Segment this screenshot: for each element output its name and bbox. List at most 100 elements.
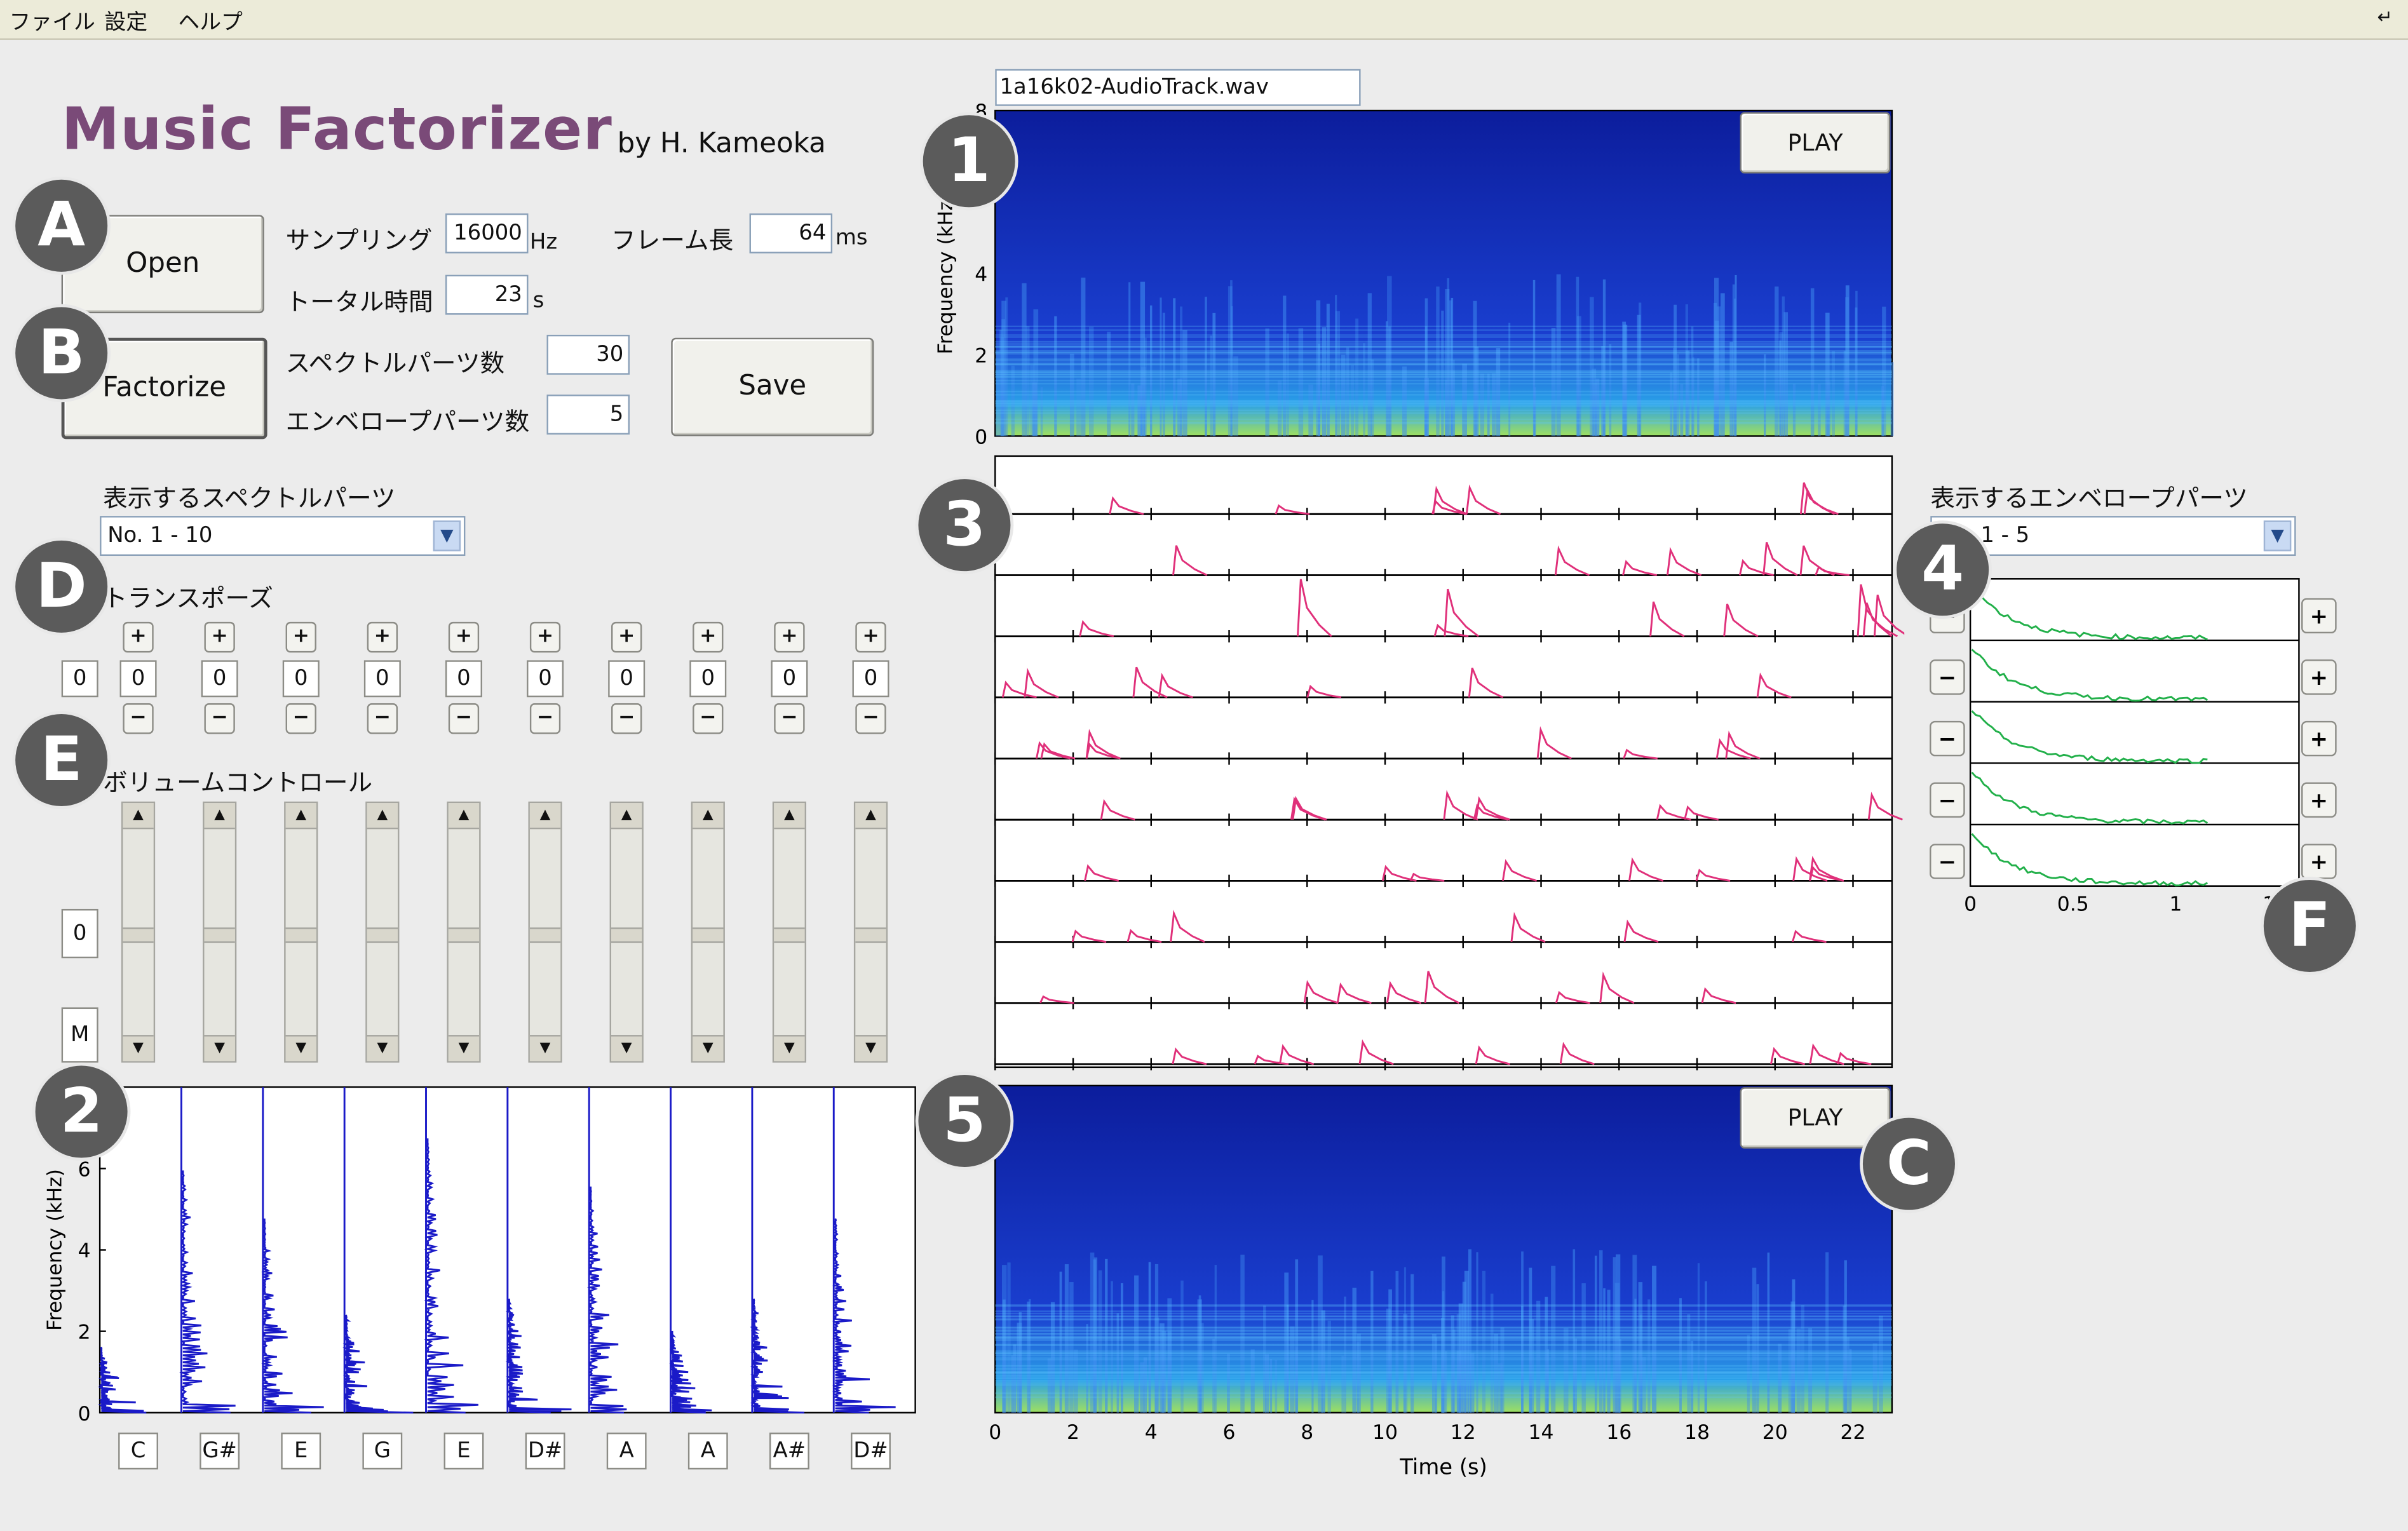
envelope-minus-button[interactable]: − (1930, 720, 1965, 757)
transpose-value[interactable]: 0 (689, 660, 727, 698)
transpose-down-button[interactable]: − (855, 703, 886, 734)
play-resynth-button[interactable]: PLAY (1740, 1087, 1891, 1149)
volume-slider[interactable]: ▲ ▼ (121, 801, 156, 1063)
slider-thumb[interactable] (611, 927, 642, 943)
save-button[interactable]: Save (671, 337, 874, 436)
slider-up-arrow-icon[interactable]: ▲ (285, 803, 316, 830)
transpose-up-button[interactable]: + (611, 621, 642, 653)
slider-up-arrow-icon[interactable]: ▲ (123, 803, 154, 830)
spectral-parts-select[interactable]: No. 1 - 10 ▼ (100, 516, 466, 556)
slider-down-arrow-icon[interactable]: ▼ (367, 1035, 398, 1062)
slider-thumb[interactable] (448, 927, 480, 943)
chevron-down-icon[interactable]: ▼ (433, 520, 461, 551)
slider-thumb[interactable] (367, 927, 398, 943)
transpose-down-button[interactable]: − (123, 703, 154, 734)
transpose-value[interactable]: 0 (201, 660, 238, 698)
slider-thumb[interactable] (855, 927, 886, 943)
frame-length-field[interactable]: 64 (749, 213, 833, 253)
transpose-value[interactable]: 0 (282, 660, 320, 698)
transpose-up-button[interactable]: + (204, 621, 235, 653)
transpose-value[interactable]: 0 (852, 660, 889, 698)
slider-thumb[interactable] (123, 927, 154, 943)
total-time-field[interactable]: 23 (445, 274, 529, 315)
transpose-down-button[interactable]: − (529, 703, 561, 734)
transpose-down-button[interactable]: − (204, 703, 235, 734)
transpose-up-button[interactable]: + (367, 621, 398, 653)
menu-settings[interactable]: 設定 (104, 6, 147, 37)
transpose-down-button[interactable]: − (448, 703, 480, 734)
slider-thumb[interactable] (204, 927, 235, 943)
slider-down-arrow-icon[interactable]: ▼ (529, 1035, 561, 1062)
transpose-up-button[interactable]: + (285, 621, 316, 653)
volume-slider[interactable]: ▲ ▼ (365, 801, 400, 1063)
envelope-minus-button[interactable]: − (1930, 659, 1965, 695)
slider-up-arrow-icon[interactable]: ▲ (693, 803, 724, 830)
chevron-down-icon[interactable]: ▼ (2263, 520, 2292, 551)
volume-reset-button[interactable]: 0 (61, 908, 98, 959)
transpose-value[interactable]: 0 (527, 660, 564, 698)
envelope-plus-button[interactable]: + (2301, 598, 2337, 634)
volume-slider[interactable]: ▲ ▼ (609, 801, 644, 1063)
slider-down-arrow-icon[interactable]: ▼ (123, 1035, 154, 1062)
envelope-plus-button[interactable]: + (2301, 782, 2337, 818)
slider-up-arrow-icon[interactable]: ▲ (204, 803, 235, 830)
transpose-down-button[interactable]: − (611, 703, 642, 734)
envelope-plus-button[interactable]: + (2301, 720, 2337, 757)
transpose-down-button[interactable]: − (774, 703, 805, 734)
slider-thumb[interactable] (529, 927, 561, 943)
restore-icon[interactable]: ↵ (2378, 6, 2393, 28)
transpose-value[interactable]: 0 (119, 660, 157, 698)
transpose-value[interactable]: 0 (608, 660, 646, 698)
slider-thumb[interactable] (693, 927, 724, 943)
spectrogram-xtick: 22 (1841, 1421, 1866, 1444)
transpose-down-button[interactable]: − (693, 703, 724, 734)
transpose-up-button[interactable]: + (529, 621, 561, 653)
envelope-minus-button[interactable]: − (1930, 844, 1965, 879)
slider-up-arrow-icon[interactable]: ▲ (774, 803, 805, 830)
transpose-up-button[interactable]: + (693, 621, 724, 653)
mute-button[interactable]: M (61, 1007, 98, 1063)
slider-thumb[interactable] (285, 927, 316, 943)
slider-up-arrow-icon[interactable]: ▲ (529, 803, 561, 830)
slider-down-arrow-icon[interactable]: ▼ (448, 1035, 480, 1062)
play-original-button[interactable]: PLAY (1740, 112, 1891, 174)
transpose-reset-button[interactable]: 0 (61, 660, 98, 698)
slider-up-arrow-icon[interactable]: ▲ (448, 803, 480, 830)
volume-slider[interactable]: ▲ ▼ (203, 801, 237, 1063)
volume-slider[interactable]: ▲ ▼ (528, 801, 562, 1063)
envelope-minus-button[interactable]: − (1930, 782, 1965, 818)
slider-down-arrow-icon[interactable]: ▼ (693, 1035, 724, 1062)
transpose-down-button[interactable]: − (285, 703, 316, 734)
transpose-value[interactable]: 0 (363, 660, 401, 698)
envelope-plus-button[interactable]: + (2301, 844, 2337, 879)
sampling-field[interactable]: 16000 (445, 213, 529, 253)
slider-down-arrow-icon[interactable]: ▼ (855, 1035, 886, 1062)
menu-help[interactable]: ヘルプ (178, 6, 243, 37)
slider-down-arrow-icon[interactable]: ▼ (611, 1035, 642, 1062)
volume-slider[interactable]: ▲ ▼ (447, 801, 481, 1063)
transpose-up-button[interactable]: + (448, 621, 480, 653)
volume-slider[interactable]: ▲ ▼ (772, 801, 806, 1063)
slider-down-arrow-icon[interactable]: ▼ (285, 1035, 316, 1062)
transpose-value[interactable]: 0 (445, 660, 482, 698)
volume-slider[interactable]: ▲ ▼ (284, 801, 318, 1063)
minus-icon: − (1938, 727, 1956, 752)
volume-slider[interactable]: ▲ ▼ (853, 801, 888, 1063)
menu-file[interactable]: ファイル (10, 6, 95, 37)
transpose-value[interactable]: 0 (771, 660, 808, 698)
slider-up-arrow-icon[interactable]: ▲ (611, 803, 642, 830)
slider-thumb[interactable] (774, 927, 805, 943)
transpose-up-button[interactable]: + (774, 621, 805, 653)
slider-up-arrow-icon[interactable]: ▲ (367, 803, 398, 830)
envelope-parts-select[interactable]: No. 1 - 5 ▼ (1930, 516, 2296, 556)
slider-down-arrow-icon[interactable]: ▼ (204, 1035, 235, 1062)
envelope-parts-field[interactable]: 5 (546, 395, 630, 435)
transpose-up-button[interactable]: + (855, 621, 886, 653)
slider-up-arrow-icon[interactable]: ▲ (855, 803, 886, 830)
transpose-down-button[interactable]: − (367, 703, 398, 734)
envelope-plus-button[interactable]: + (2301, 659, 2337, 695)
slider-down-arrow-icon[interactable]: ▼ (774, 1035, 805, 1062)
volume-slider[interactable]: ▲ ▼ (691, 801, 725, 1063)
spectral-parts-field[interactable]: 30 (546, 334, 630, 375)
transpose-up-button[interactable]: + (123, 621, 154, 653)
